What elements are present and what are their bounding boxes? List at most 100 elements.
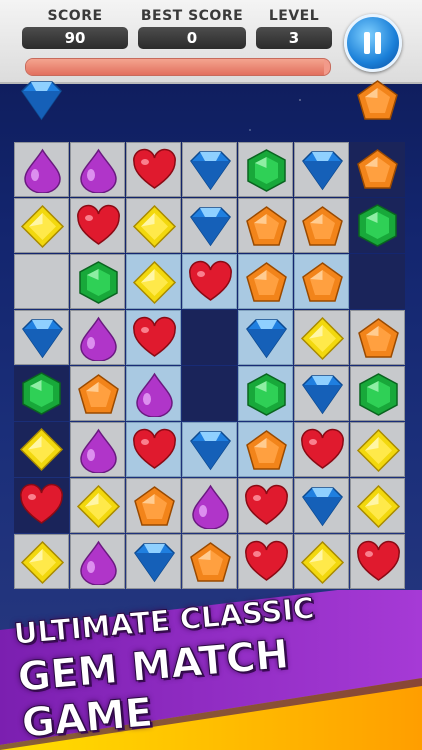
yellow-gem-icon (76, 484, 121, 529)
pause-icon (364, 32, 370, 54)
board-cell-green-gem[interactable] (14, 366, 69, 421)
orange-gem-icon (78, 374, 119, 414)
board-cell-orange-gem[interactable] (238, 254, 293, 309)
board-cell-blue-gem[interactable] (294, 142, 349, 197)
board-cell-red-gem[interactable] (238, 478, 293, 533)
board-cell-purple-gem[interactable] (14, 142, 69, 197)
yellow-gem-icon (300, 540, 345, 585)
pause-icon-bar (375, 32, 381, 54)
board-cell-yellow-gem[interactable] (294, 310, 349, 365)
purple-gem-icon (80, 148, 117, 193)
board-cell-red-gem[interactable] (294, 422, 349, 477)
board-cell-red-gem[interactable] (182, 254, 237, 309)
board-cell-orange-gem[interactable] (294, 254, 349, 309)
falling-orange-gem (355, 78, 400, 123)
green-gem-icon (79, 261, 118, 304)
level-panel: LEVEL 3 (256, 8, 332, 49)
purple-gem-icon (24, 148, 61, 193)
board-cell-purple-gem[interactable] (126, 366, 181, 421)
purple-gem-icon (80, 540, 117, 585)
board-cell-red-gem[interactable] (70, 198, 125, 253)
board-cell-yellow-gem[interactable] (70, 478, 125, 533)
blue-gem-icon (190, 431, 231, 471)
board-cell-purple-gem[interactable] (70, 142, 125, 197)
game-board (14, 142, 406, 590)
yellow-gem-icon (300, 316, 345, 361)
board-cell-yellow-gem[interactable] (350, 422, 405, 477)
red-gem-icon (357, 540, 400, 581)
red-gem-icon (301, 428, 344, 469)
blue-gem-icon (22, 319, 63, 359)
red-gem-icon (133, 428, 176, 469)
board-cell-red-gem[interactable] (238, 534, 293, 589)
board-cell-blue-gem[interactable] (238, 310, 293, 365)
board-cell-yellow-gem[interactable] (14, 422, 69, 477)
blue-gem-icon (21, 81, 62, 121)
score-value: 90 (22, 27, 128, 49)
green-gem-icon (358, 204, 397, 247)
green-gem-icon (359, 373, 398, 416)
yellow-gem-icon (19, 427, 64, 472)
board-cell-yellow-gem[interactable] (14, 198, 69, 253)
level-progress-bar (25, 58, 331, 76)
board-cell-yellow-gem[interactable] (294, 534, 349, 589)
best-score-panel: BEST SCORE 0 (138, 8, 246, 49)
board-cell-red-gem[interactable] (126, 310, 181, 365)
board-cell-red-gem[interactable] (350, 534, 405, 589)
board-cell-green-gem[interactable] (350, 366, 405, 421)
board-cell-green-gem[interactable] (238, 366, 293, 421)
orange-gem-icon (246, 262, 287, 302)
orange-gem-icon (302, 206, 343, 246)
score-panel: SCORE 90 (22, 8, 128, 49)
board-cell-orange-gem[interactable] (350, 310, 405, 365)
pause-button[interactable] (344, 14, 402, 72)
yellow-gem-icon (132, 204, 177, 249)
board-cell-blue-gem[interactable] (126, 534, 181, 589)
board-cell-purple-gem[interactable] (70, 310, 125, 365)
board-cell-red-gem[interactable] (126, 142, 181, 197)
best-score-label: BEST SCORE (140, 8, 244, 24)
board-cell-red-gem[interactable] (126, 422, 181, 477)
board-cell-red-gem[interactable] (14, 478, 69, 533)
red-gem-icon (133, 148, 176, 189)
board-cell-purple-gem[interactable] (182, 478, 237, 533)
orange-gem-icon (358, 318, 399, 358)
blue-gem-icon (302, 151, 343, 191)
board-cell-green-gem[interactable] (70, 254, 125, 309)
purple-gem-icon (192, 484, 229, 529)
board-cell-orange-gem[interactable] (238, 198, 293, 253)
board-cell-blue-gem[interactable] (14, 310, 69, 365)
board-cell-blue-gem[interactable] (182, 142, 237, 197)
red-gem-icon (189, 260, 232, 301)
red-gem-icon (77, 204, 120, 245)
level-value: 3 (256, 27, 332, 49)
purple-gem-icon (136, 372, 173, 417)
board-cell-blue-gem[interactable] (182, 422, 237, 477)
orange-gem-icon (246, 206, 287, 246)
board-cell-orange-gem[interactable] (70, 366, 125, 421)
hud-bar: SCORE 90 BEST SCORE 0 LEVEL 3 (0, 0, 422, 84)
board-cell-yellow-gem[interactable] (126, 198, 181, 253)
board-cell-purple-gem[interactable] (70, 534, 125, 589)
yellow-gem-icon (20, 540, 65, 585)
board-cell-yellow-gem[interactable] (14, 534, 69, 589)
board-cell-empty (182, 310, 237, 365)
board-cell-purple-gem[interactable] (70, 422, 125, 477)
orange-gem-icon (190, 542, 231, 582)
board-cell-yellow-gem[interactable] (126, 254, 181, 309)
orange-gem-icon (302, 262, 343, 302)
board-cell-orange-gem[interactable] (350, 142, 405, 197)
board-cell-orange-gem[interactable] (294, 198, 349, 253)
yellow-gem-icon (356, 428, 401, 473)
board-cell-blue-gem[interactable] (294, 478, 349, 533)
score-label: SCORE (47, 8, 103, 24)
board-cell-blue-gem[interactable] (182, 198, 237, 253)
board-cell-blue-gem[interactable] (294, 366, 349, 421)
board-cell-green-gem[interactable] (238, 142, 293, 197)
board-cell-orange-gem[interactable] (126, 478, 181, 533)
board-cell-orange-gem[interactable] (182, 534, 237, 589)
board-cell-orange-gem[interactable] (238, 422, 293, 477)
board-cell-green-gem[interactable] (350, 198, 405, 253)
board-cell-yellow-gem[interactable] (350, 478, 405, 533)
red-gem-icon (245, 484, 288, 525)
